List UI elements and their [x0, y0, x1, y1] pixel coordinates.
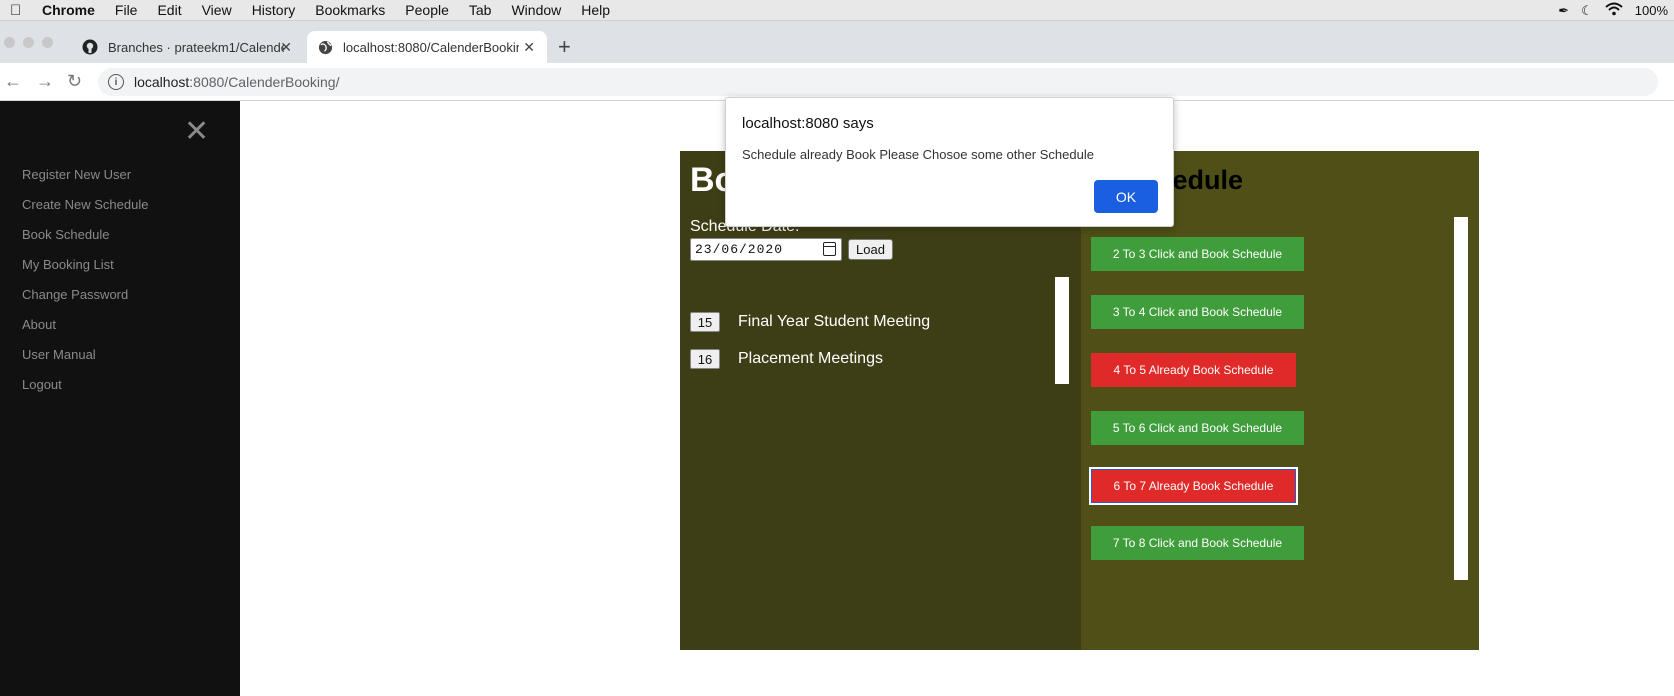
menu-window[interactable]: Window: [511, 2, 561, 18]
sidebar-item-register-new-user[interactable]: Register New User: [22, 167, 148, 197]
schedule-date-input[interactable]: 23/06/2020: [690, 238, 842, 261]
sidebar-item-my-booking-list[interactable]: My Booking List: [22, 257, 148, 287]
forward-arrow-icon[interactable]: →: [36, 71, 54, 92]
menu-tab[interactable]: Tab: [469, 2, 492, 18]
url-host: localhost: [134, 74, 190, 90]
battery-percent[interactable]: 100%: [1635, 3, 1668, 18]
slot-6-7-button[interactable]: 6 To 7 Already Book Schedule: [1089, 467, 1298, 505]
menu-help[interactable]: Help: [581, 2, 610, 18]
list-item: 16 Placement Meetings: [690, 349, 883, 369]
wifi-icon[interactable]: [1605, 2, 1623, 19]
site-info-icon[interactable]: i: [108, 74, 124, 90]
globe-icon: [317, 39, 333, 55]
menu-bookmarks[interactable]: Bookmarks: [315, 2, 385, 18]
reload-icon[interactable]: ↻: [67, 71, 82, 92]
sidebar-nav: Register New User Create New Schedule Bo…: [22, 167, 148, 407]
date-value: 23/06/2020: [695, 242, 784, 257]
tab-title: localhost:8080/CalenderBooking/: [343, 39, 519, 55]
sidebar-item-user-manual[interactable]: User Manual: [22, 347, 148, 377]
meeting-id-button[interactable]: 15: [690, 312, 720, 332]
menu-file[interactable]: File: [115, 2, 138, 18]
status-area: ✒ ☾ 100%: [1558, 0, 1668, 21]
dialog-title: localhost:8080 says: [742, 115, 874, 132]
maximize-window-icon[interactable]: [42, 37, 53, 48]
slot-7-8-button[interactable]: 7 To 8 Click and Book Schedule: [1091, 526, 1304, 560]
moon-icon[interactable]: ☾: [1581, 3, 1593, 19]
sidebar-close-icon[interactable]: ✕: [184, 117, 209, 147]
tab-close-icon[interactable]: ✕: [280, 39, 292, 56]
menu-history[interactable]: History: [252, 2, 296, 18]
slot-4-5-button[interactable]: 4 To 5 Already Book Schedule: [1091, 353, 1296, 387]
meeting-title: Placement Meetings: [738, 350, 883, 367]
address-bar[interactable]: i localhost:8080/CalenderBooking/: [98, 68, 1658, 96]
ok-button[interactable]: OK: [1094, 180, 1158, 213]
meeting-title: Final Year Student Meeting: [738, 313, 931, 330]
load-button[interactable]: Load: [848, 239, 893, 260]
menu-edit[interactable]: Edit: [157, 2, 181, 18]
alert-dialog: localhost:8080 says Schedule already Boo…: [725, 97, 1174, 227]
feather-icon[interactable]: ✒: [1558, 3, 1569, 19]
macos-menubar:  Chrome File Edit View History Bookmark…: [0, 0, 1674, 21]
menu-people[interactable]: People: [405, 2, 449, 18]
meeting-list-scrollbar[interactable]: [1055, 277, 1069, 384]
slot-5-6-button[interactable]: 5 To 6 Click and Book Schedule: [1091, 411, 1304, 445]
tab-github-branches[interactable]: Branches · prateekm1/CalenderBooking ✕: [72, 31, 304, 63]
calendar-icon[interactable]: [823, 242, 836, 256]
slot-list-scrollbar[interactable]: [1454, 217, 1468, 580]
url-path: :8080/CalenderBooking/: [189, 74, 340, 90]
apple-icon[interactable]: : [10, 2, 28, 19]
sidebar-item-create-new-schedule[interactable]: Create New Schedule: [22, 197, 148, 227]
slot-3-4-button[interactable]: 3 To 4 Click and Book Schedule: [1091, 295, 1304, 329]
tab-close-icon[interactable]: ✕: [523, 39, 535, 56]
back-arrow-icon[interactable]: ←: [4, 71, 22, 92]
dialog-message: Schedule already Book Please Chosoe some…: [742, 147, 1094, 162]
sidebar-item-change-password[interactable]: Change Password: [22, 287, 148, 317]
new-tab-plus-icon[interactable]: +: [558, 34, 571, 60]
minimize-window-icon[interactable]: [23, 37, 34, 48]
sidebar-item-logout[interactable]: Logout: [22, 377, 148, 407]
github-icon: [82, 39, 98, 55]
slot-2-3-button[interactable]: 2 To 3 Click and Book Schedule: [1091, 237, 1304, 271]
meeting-id-button[interactable]: 16: [690, 349, 720, 369]
tab-calender-booking[interactable]: localhost:8080/CalenderBooking/ ✕: [307, 31, 547, 63]
tab-title: Branches · prateekm1/CalenderBooking: [108, 39, 284, 55]
list-item: 15 Final Year Student Meeting: [690, 312, 930, 332]
menu-view[interactable]: View: [202, 2, 232, 18]
close-window-icon[interactable]: [4, 37, 15, 48]
sidebar: ✕ Register New User Create New Schedule …: [0, 101, 240, 696]
sidebar-item-about[interactable]: About: [22, 317, 148, 347]
sidebar-item-book-schedule[interactable]: Book Schedule: [22, 227, 148, 257]
menu-app-name[interactable]: Chrome: [42, 2, 95, 18]
